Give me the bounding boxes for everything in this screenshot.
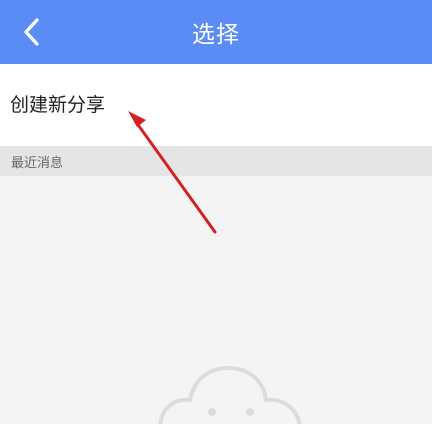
create-new-share-label: 创建新分享 — [10, 93, 106, 116]
cloud-face-icon — [158, 365, 302, 424]
cloud-left-eye — [208, 408, 216, 416]
recent-messages-header: 最近消息 — [0, 146, 432, 176]
create-new-share-item[interactable]: 创建新分享 — [0, 64, 432, 146]
cloud-right-eye — [246, 408, 254, 416]
recent-messages-label: 最近消息 — [11, 155, 64, 171]
chevron-left-icon — [24, 18, 39, 46]
share-select-screen: 选择 创建新分享 最近消息 — [0, 0, 432, 424]
back-button[interactable] — [0, 0, 64, 64]
top-navigation-bar: 选择 — [0, 0, 432, 64]
page-title: 选择 — [192, 22, 240, 48]
